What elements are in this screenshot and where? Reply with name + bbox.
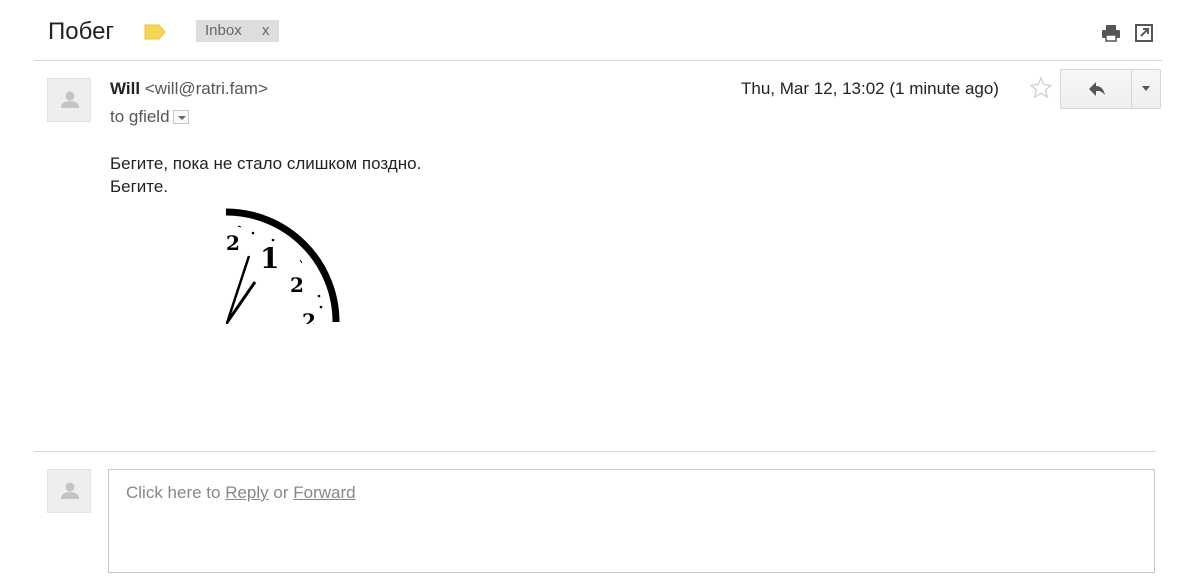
forward-link[interactable]: Forward bbox=[293, 483, 355, 502]
reply-button[interactable] bbox=[1061, 70, 1131, 108]
star-icon[interactable] bbox=[1029, 76, 1053, 100]
sender-email: <will@ratri.fam> bbox=[144, 79, 268, 98]
label-tag-icon[interactable] bbox=[144, 24, 166, 40]
reply-button-group bbox=[1060, 69, 1161, 109]
sender-avatar bbox=[47, 78, 91, 122]
clock-numeral: 1 bbox=[260, 242, 279, 275]
recipient-text: to gfield bbox=[110, 107, 170, 126]
print-icon[interactable] bbox=[1100, 22, 1122, 44]
reply-link[interactable]: Reply bbox=[225, 483, 268, 502]
clock-numeral: 2 bbox=[302, 309, 316, 324]
inbox-label-text: Inbox bbox=[205, 22, 242, 39]
reply-arrow-icon bbox=[1089, 82, 1105, 96]
header-divider bbox=[34, 60, 1162, 61]
person-icon bbox=[61, 482, 79, 499]
body-line: Бегите. bbox=[110, 177, 169, 196]
reply-prompt-prefix: Click here to bbox=[126, 483, 226, 502]
user-avatar bbox=[47, 469, 91, 513]
recipient-line: to gfield bbox=[110, 106, 189, 128]
message-body: Бегите, пока не стало слишком поздно. Бе… bbox=[110, 152, 421, 198]
show-details-dropdown[interactable] bbox=[172, 109, 189, 124]
inbox-label-chip[interactable]: Inbox x bbox=[196, 20, 279, 42]
reply-box[interactable]: Click here to Reply or Forward bbox=[108, 469, 1155, 573]
more-options-button[interactable] bbox=[1131, 70, 1161, 108]
person-icon bbox=[61, 91, 79, 108]
message-datetime: Thu, Mar 12, 13:02 (1 minute ago) bbox=[741, 79, 999, 98]
sender-name[interactable]: Will bbox=[110, 79, 140, 98]
clock-hand bbox=[226, 255, 251, 321]
reply-prompt-middle: or bbox=[268, 483, 294, 502]
email-subject: Побег bbox=[48, 18, 115, 45]
clock-hand bbox=[226, 281, 257, 324]
reply-prompt: Click here to Reply or Forward bbox=[126, 482, 356, 504]
reply-divider bbox=[34, 451, 1156, 452]
clock-numeral: 2 bbox=[226, 231, 240, 255]
clock-numeral: 2 bbox=[290, 273, 304, 297]
sender-line: Will <will@ratri.fam> bbox=[110, 78, 268, 100]
new-window-icon[interactable] bbox=[1133, 22, 1155, 44]
remove-label-button[interactable]: x bbox=[262, 20, 270, 42]
body-line: Бегите, пока не стало слишком поздно. bbox=[110, 154, 422, 173]
clock-image: 2 1 2 2 bbox=[226, 208, 340, 324]
